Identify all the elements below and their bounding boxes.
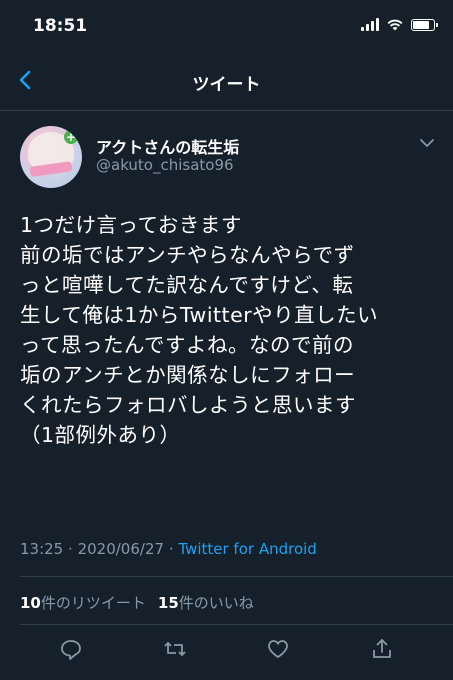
author-display-name[interactable]: アクトさんの転生垢 — [96, 134, 239, 158]
status-time: 18:51 — [33, 16, 88, 36]
battery-level — [413, 20, 430, 29]
tweet-text-line: って思ったんですよね。なので前の — [20, 333, 354, 357]
divider — [20, 624, 453, 625]
tweet-text: 1つだけ言っておきます 前の垢ではアンチやらなんやらでず っと喧嘩してた訳なんで… — [20, 210, 436, 450]
tweet-text-line: っと喧嘩してた訳なんですけど、転 — [20, 273, 354, 297]
page-title: ツイート — [192, 75, 261, 95]
retweet-button[interactable] — [162, 636, 188, 662]
navigation-header: ツイート — [0, 52, 453, 111]
likes-label: 件のいいね — [178, 594, 254, 612]
tweet-text-line: 生して俺は1からTwitterやり直したい — [20, 303, 379, 327]
retweets-stat[interactable]: 10件のリツイート — [20, 594, 146, 612]
chevron-down-icon[interactable] — [419, 134, 435, 147]
tweet-time: 13:25 — [20, 540, 64, 558]
meta-separator: · — [68, 540, 73, 558]
tweet-text-line: 1つだけ言っておきます — [20, 213, 242, 237]
likes-stat[interactable]: 15件のいいね — [158, 594, 254, 612]
share-icon — [373, 639, 391, 658]
meta-separator: · — [168, 540, 174, 558]
tweet-meta: 13:25 · 2020/06/27 · Twitter for Android — [20, 540, 317, 558]
battery-icon — [411, 18, 438, 31]
like-button[interactable] — [265, 636, 291, 662]
retweets-label: 件のリツイート — [40, 594, 146, 612]
share-button[interactable] — [369, 636, 395, 662]
retweets-count: 10 — [20, 594, 41, 612]
tweet-stats: 10件のリツイート 15件のいいね — [20, 592, 254, 613]
reply-button[interactable] — [58, 636, 84, 662]
tweet-text-line: 垢のアンチとか関係なしにフォロー — [20, 363, 356, 387]
like-icon — [268, 640, 288, 658]
tweet-text-line: 前の垢ではアンチやらなんやらでず — [20, 243, 355, 267]
tweet-date: 2020/06/27 — [77, 540, 165, 558]
wifi-icon — [387, 19, 403, 30]
status-bar: 18:51 — [0, 0, 453, 52]
likes-count: 15 — [157, 594, 179, 612]
plus-badge-icon: + — [64, 130, 78, 144]
cellular-signal-icon — [361, 18, 379, 31]
tweet-text-line: くれたらフォロバしようと思います — [20, 393, 356, 417]
tweet-text-line: （1部例外あり） — [20, 423, 181, 447]
author-handle[interactable]: @akuto_chisato96 — [96, 156, 234, 174]
retweet-icon — [164, 642, 186, 656]
status-icons — [361, 18, 438, 31]
tweet-source-link[interactable]: Twitter for Android — [178, 540, 316, 558]
tweet-actions — [0, 636, 453, 668]
avatar[interactable]: + — [20, 126, 82, 188]
divider — [20, 576, 453, 577]
reply-icon — [61, 640, 81, 660]
